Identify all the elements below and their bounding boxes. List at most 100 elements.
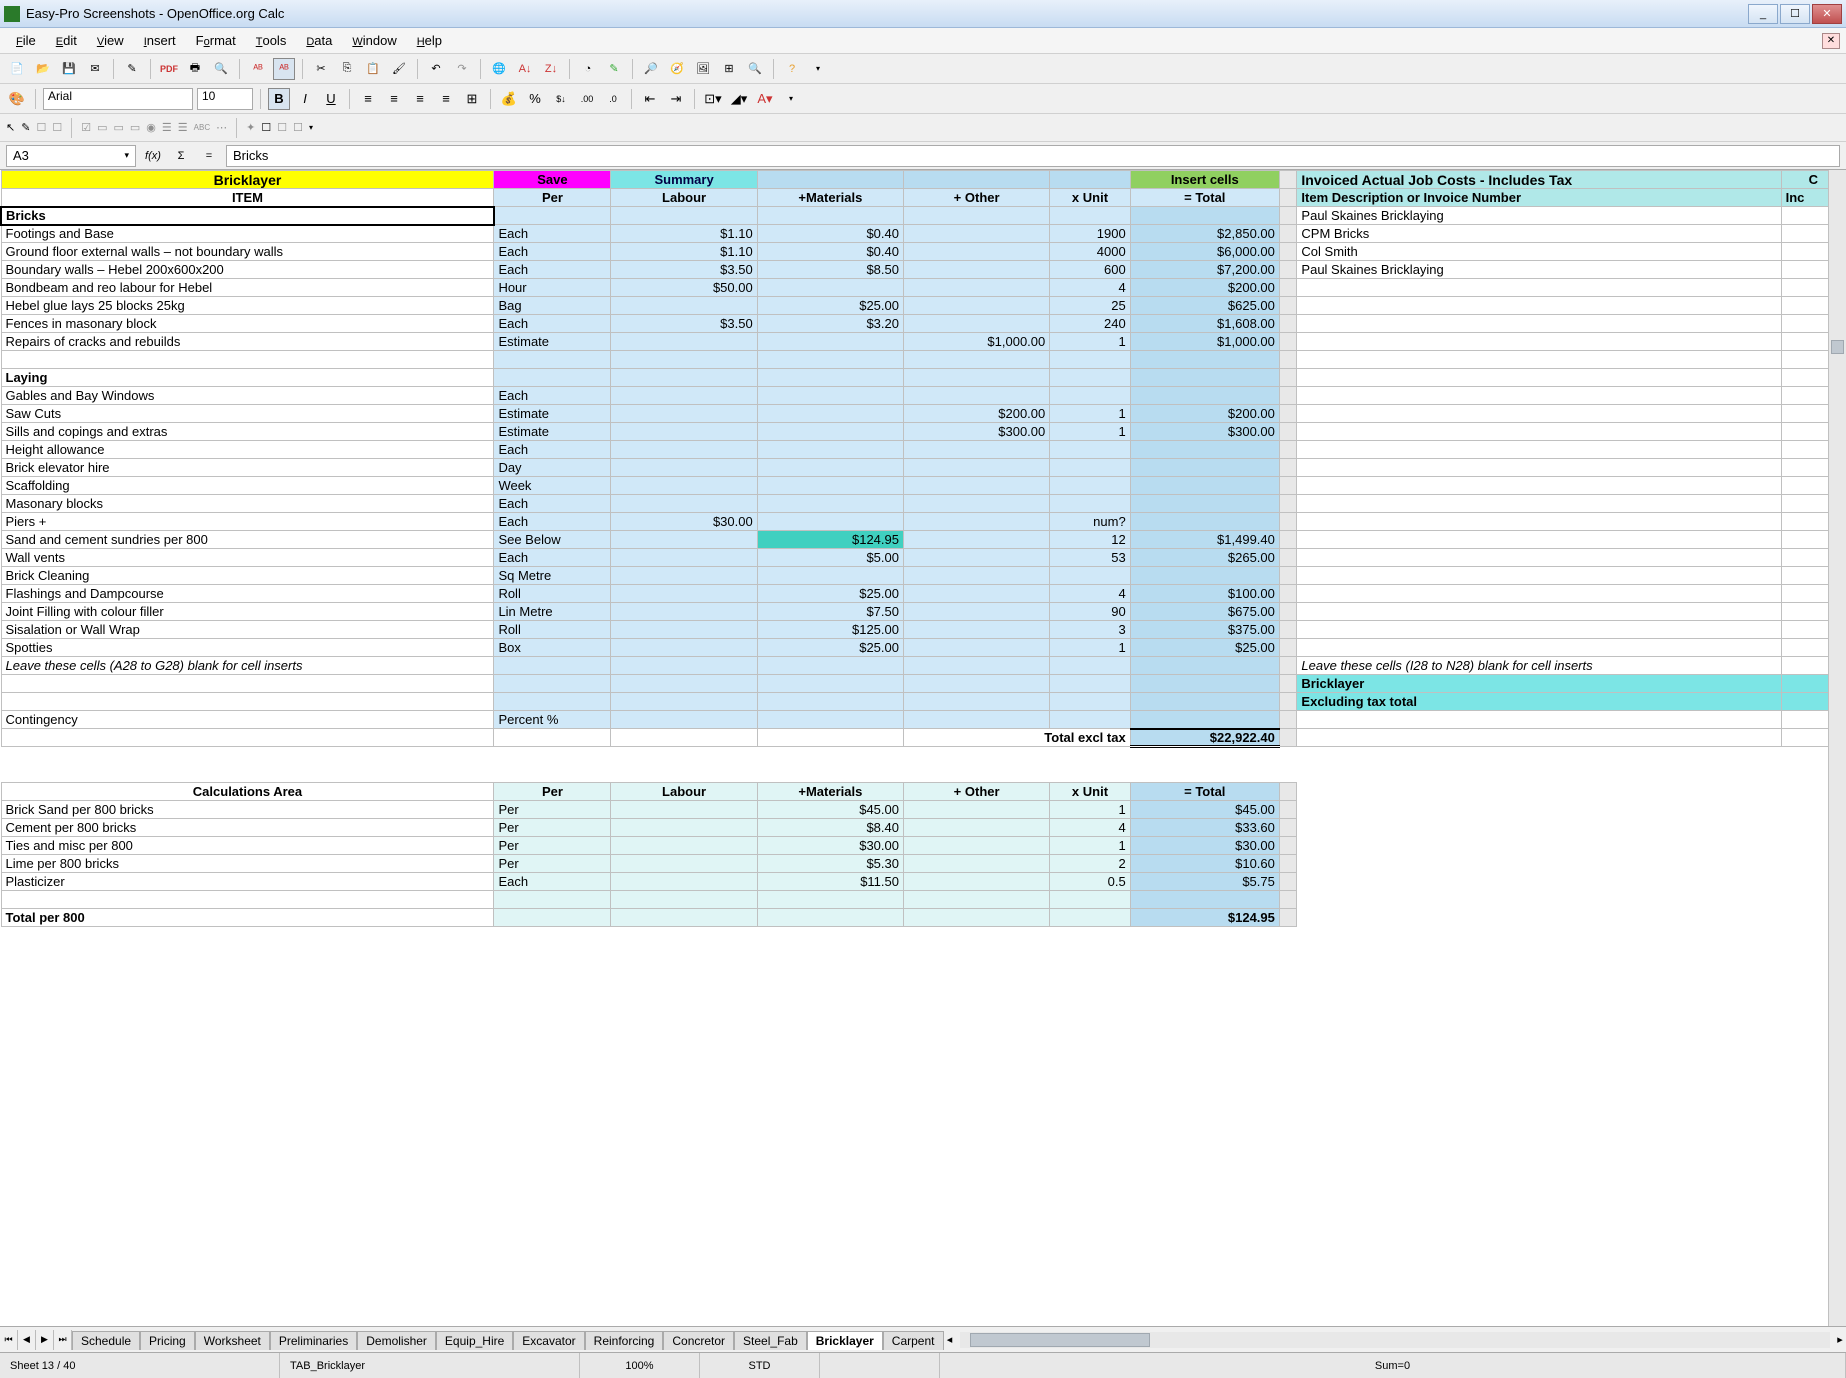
table-row[interactable]: Brick elevator hire <box>1 459 494 477</box>
tab-prev-button[interactable]: ◀ <box>18 1330 36 1350</box>
table-row[interactable]: Scaffolding <box>1 477 494 495</box>
table-row[interactable]: Brick Sand per 800 bricks <box>1 801 494 819</box>
tab-first-button[interactable]: ⏮ <box>0 1330 18 1350</box>
invoice-row[interactable]: Col Smith <box>1297 243 1781 261</box>
currency-button[interactable]: 💰 <box>498 88 520 110</box>
dec-indent-button[interactable]: ⇤ <box>639 88 661 110</box>
formula-input[interactable]: Bricks <box>226 145 1840 167</box>
calc-total-row[interactable]: Total per 800 <box>1 909 494 927</box>
table-row[interactable]: Spotties <box>1 639 494 657</box>
table-row[interactable]: Wall vents <box>1 549 494 567</box>
section-bricks[interactable]: Bricks <box>1 207 494 225</box>
leave-blank-left[interactable]: Leave these cells (A28 to G28) blank for… <box>1 657 494 675</box>
align-right-button[interactable]: ≡ <box>409 88 431 110</box>
zoom-button[interactable]: 🔍 <box>744 58 766 80</box>
menu-edit[interactable]: Edit <box>46 29 87 52</box>
more-controls-button[interactable]: ⋯ <box>216 121 227 134</box>
sheet-tab-pricing[interactable]: Pricing <box>140 1331 195 1350</box>
section-laying[interactable]: Laying <box>1 369 494 387</box>
design-mode-button[interactable]: ✎ <box>21 121 30 134</box>
function-button[interactable]: = <box>198 145 220 167</box>
hscroll-left[interactable]: ◂ <box>944 1333 956 1346</box>
checkbox-button[interactable]: ☑ <box>81 121 91 134</box>
menu-view[interactable]: View <box>87 29 134 52</box>
copy-button[interactable]: ⎘ <box>336 58 358 80</box>
minimize-button[interactable]: _ <box>1748 4 1778 24</box>
styles-button[interactable]: 🎨 <box>6 88 28 110</box>
table-row[interactable]: Joint Filling with colour filler <box>1 603 494 621</box>
vertical-scrollbar[interactable] <box>1828 170 1846 1326</box>
bgcolor-button[interactable]: ◢▾ <box>728 88 750 110</box>
leave-blank-right[interactable]: Leave these cells (I28 to N28) blank for… <box>1297 657 1781 675</box>
redo-button[interactable]: ↷ <box>451 58 473 80</box>
navigator-button[interactable]: 🧭 <box>666 58 688 80</box>
invoice-row[interactable]: Paul Skaines Bricklaying <box>1297 261 1781 279</box>
save-sheet-button[interactable]: Save <box>494 171 611 189</box>
table-row[interactable]: Brick Cleaning <box>1 567 494 585</box>
help-button[interactable]: ? <box>781 58 803 80</box>
textbox-button[interactable]: ▭ <box>97 121 107 134</box>
close-button[interactable]: ✕ <box>1812 4 1842 24</box>
sheet-tab-steel_fab[interactable]: Steel_Fab <box>734 1331 807 1350</box>
hyperlink-button[interactable]: 🌐 <box>488 58 510 80</box>
invoice-row[interactable]: CPM Bricks <box>1297 225 1781 243</box>
table-row[interactable]: Repairs of cracks and rebuilds <box>1 333 494 351</box>
undo-button[interactable]: ↶ <box>425 58 447 80</box>
function-wizard-button[interactable]: f(x) <box>142 145 164 167</box>
sort-desc-button[interactable]: Z↓ <box>540 58 562 80</box>
form-more-button[interactable]: ▾ <box>309 123 313 132</box>
standard-format-button[interactable]: $↓ <box>550 88 572 110</box>
email-button[interactable]: ✉ <box>84 58 106 80</box>
summary-bricklayer[interactable]: Bricklayer <box>1297 675 1781 693</box>
table-row[interactable]: Ground floor external walls – not bounda… <box>1 243 494 261</box>
percent-button[interactable]: % <box>524 88 546 110</box>
table-row[interactable]: Gables and Bay Windows <box>1 387 494 405</box>
sheet-tab-concretor[interactable]: Concretor <box>663 1331 734 1350</box>
gallery-button[interactable]: 🖼 <box>692 58 714 80</box>
hscroll-right[interactable]: ▸ <box>1834 1333 1846 1346</box>
cut-button[interactable]: ✂ <box>310 58 332 80</box>
datasources-button[interactable]: ⊞ <box>718 58 740 80</box>
invoice-row[interactable] <box>1297 297 1781 315</box>
chart-button[interactable]: ◔ <box>577 58 599 80</box>
menu-help[interactable]: Help <box>407 29 452 52</box>
table-row[interactable]: Ties and misc per 800 <box>1 837 494 855</box>
table-row[interactable]: Bondbeam and reo labour for Hebel <box>1 279 494 297</box>
table-row[interactable]: Saw Cuts <box>1 405 494 423</box>
edit-button[interactable]: ✎ <box>121 58 143 80</box>
spreadsheet-grid[interactable]: Bricklayer Save Summary Insert cells Inv… <box>0 170 1846 1326</box>
align-center-button[interactable]: ≡ <box>383 88 405 110</box>
invoice-row[interactable] <box>1297 279 1781 297</box>
find-button[interactable]: 🔎 <box>640 58 662 80</box>
new-button[interactable]: 📄 <box>6 58 28 80</box>
pushbutton-button[interactable]: ▭ <box>130 121 140 134</box>
sheet-tab-demolisher[interactable]: Demolisher <box>357 1331 436 1350</box>
sheet-tab-reinforcing[interactable]: Reinforcing <box>585 1331 664 1350</box>
table-row[interactable]: Sisalation or Wall Wrap <box>1 621 494 639</box>
sheet-tab-bricklayer[interactable]: Bricklayer <box>807 1331 883 1350</box>
fontcolor-button[interactable]: A▾ <box>754 88 776 110</box>
invoice-row[interactable]: Paul Skaines Bricklaying <box>1297 207 1781 225</box>
menu-window[interactable]: Window <box>342 29 406 52</box>
sheet-tab-carpent[interactable]: Carpent <box>883 1331 944 1350</box>
name-box[interactable]: A3 <box>6 145 136 167</box>
align-justify-button[interactable]: ≡ <box>435 88 457 110</box>
table-row[interactable]: Cement per 800 bricks <box>1 819 494 837</box>
invoice-row[interactable] <box>1297 333 1781 351</box>
menu-insert[interactable]: Insert <box>134 29 186 52</box>
del-decimal-button[interactable]: .0 <box>602 88 624 110</box>
sheet-tab-equip_hire[interactable]: Equip_Hire <box>436 1331 513 1350</box>
status-sum[interactable]: Sum=0 <box>940 1353 1846 1378</box>
wizards-button[interactable]: ✦ <box>246 121 255 134</box>
document-close-button[interactable]: ✕ <box>1822 33 1840 49</box>
show-draw-button[interactable]: ✎ <box>603 58 625 80</box>
sheet-tab-preliminaries[interactable]: Preliminaries <box>270 1331 357 1350</box>
spellcheck-button[interactable]: ᴬᴮ <box>247 58 269 80</box>
align-left-button[interactable]: ≡ <box>357 88 379 110</box>
fmt-more-button[interactable]: ▾ <box>780 88 802 110</box>
menu-tools[interactable]: Tools <box>246 29 297 52</box>
sheet-tab-schedule[interactable]: Schedule <box>72 1331 140 1350</box>
selection-tool[interactable]: ↖ <box>6 121 15 134</box>
inc-indent-button[interactable]: ⇥ <box>665 88 687 110</box>
maximize-button[interactable]: ☐ <box>1780 4 1810 24</box>
